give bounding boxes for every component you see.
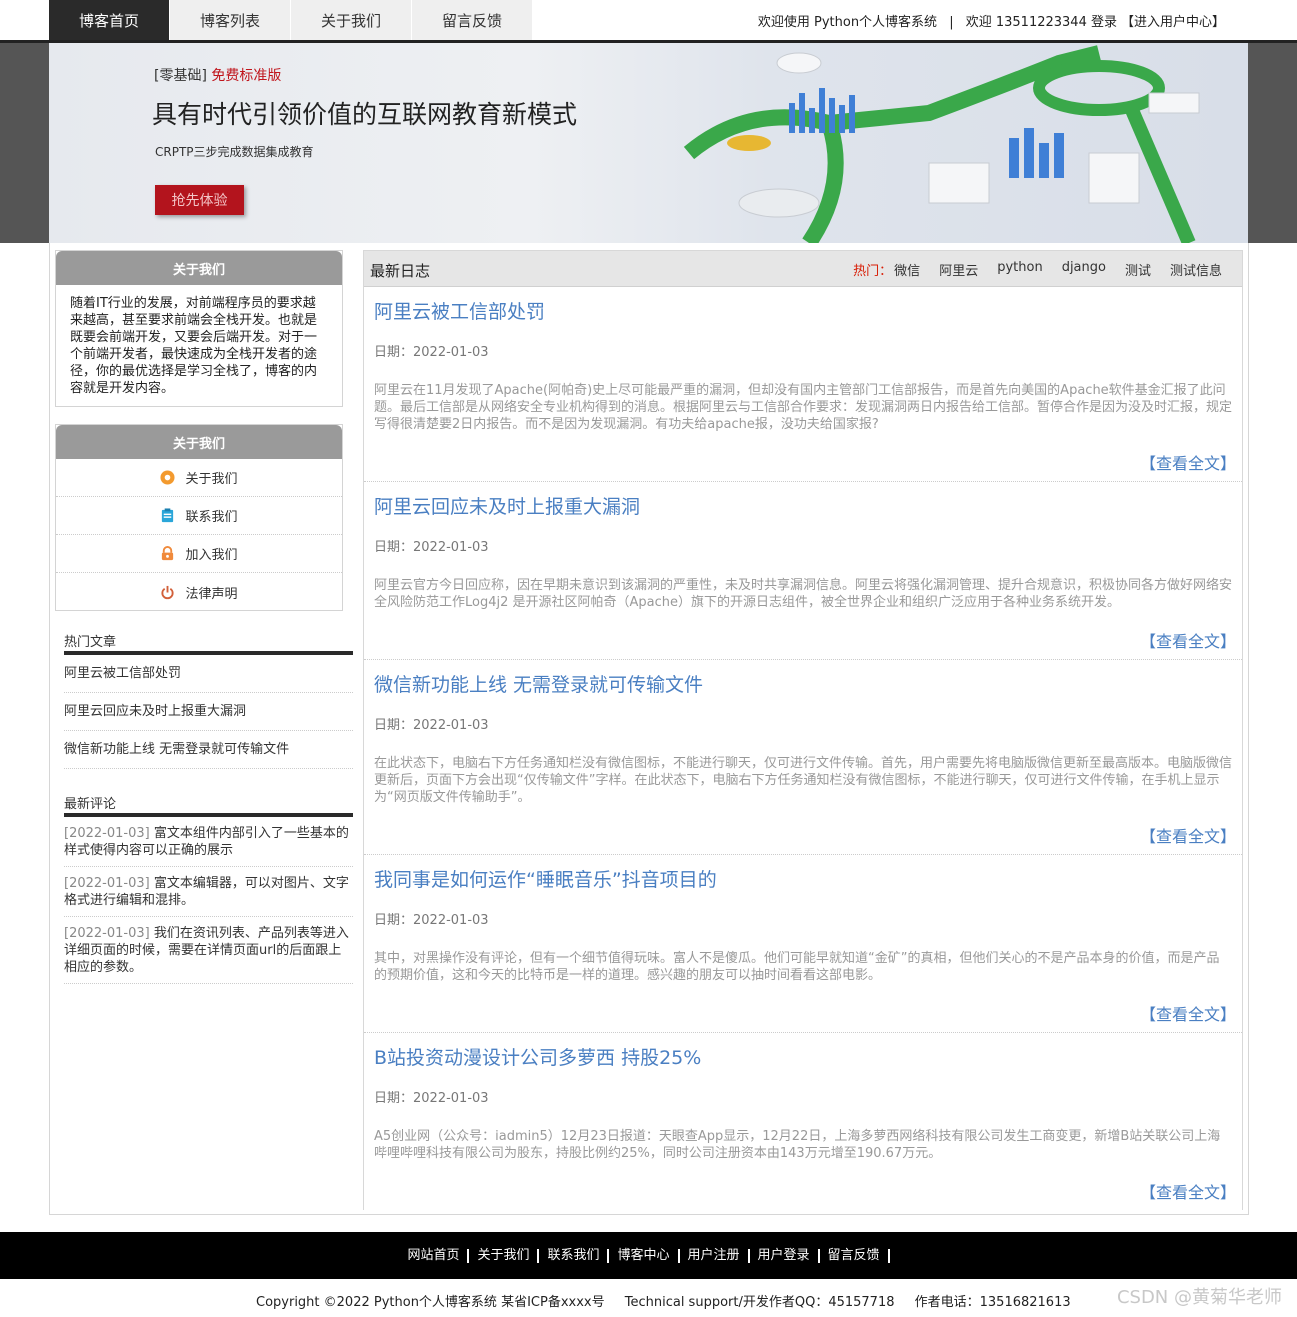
tag-link[interactable]: django (1062, 260, 1106, 279)
footer-link-contact[interactable]: 联系我们 (539, 1248, 610, 1263)
footer-link-register[interactable]: 用户注册 (680, 1248, 750, 1263)
clipboard-icon (162, 508, 174, 523)
banner-subtitle: [零基础] 免费标准版 (154, 65, 281, 85)
hot-tags-label: 热门： (853, 264, 893, 279)
footer-link-blog-center[interactable]: 博客中心 (609, 1248, 680, 1263)
latest-comments-section: 最新评论 [2022-01-03] 富文本组件内部引入了一些基本的样式使得内容可… (64, 787, 353, 984)
footer-link-home[interactable]: 网站首页 (407, 1248, 470, 1263)
copyright-line: Copyright ©2022 Python个人博客系统 某省ICP备xxxx号… (256, 1291, 1087, 1310)
post-title[interactable]: 阿里云被工信部处罚 (374, 287, 1232, 327)
hot-tags: 热门： 微信 阿里云 python django 测试 测试信息 (853, 260, 1222, 279)
post-title[interactable]: 微信新功能上线 无需登录就可传输文件 (374, 660, 1232, 700)
read-more-link[interactable]: 【查看全文】 (1140, 1179, 1236, 1203)
post-date: 日期：2022-01-03 (374, 540, 489, 555)
latest-posts-title: 最新日志 (370, 262, 431, 280)
latest-posts-panel: 最新日志 热门： 微信 阿里云 python django 测试 测试信息 阿里… (363, 250, 1243, 1210)
banner-description: CRPTP三步完成数据集成教育 (155, 145, 314, 159)
post-title[interactable]: B站投资动漫设计公司多萝西 持股25% (374, 1033, 1232, 1073)
sidebar-link-label: 法律声明 (185, 586, 238, 602)
copyright-text: Copyright ©2022 Python个人博客系统 某省ICP备xxxx号 (256, 1295, 605, 1310)
read-more-link[interactable]: 【查看全文】 (1140, 628, 1236, 652)
banner-section: [零基础] 免费标准版 具有时代引领价值的互联网教育新模式 CRPTP三步完成数… (0, 40, 1297, 282)
sidebar-link-label: 关于我们 (185, 472, 238, 487)
comment-date: [2022-01-03] (64, 876, 150, 891)
read-more-link[interactable]: 【查看全文】 (1140, 450, 1236, 474)
sidebar-link-label: 联系我们 (185, 510, 238, 525)
post-title[interactable]: 我同事是如何运作“睡眠音乐”抖音项目的 (374, 855, 1232, 895)
footer-link-feedback[interactable]: 留言反馈 (820, 1248, 890, 1263)
post-date: 日期：2022-01-03 (374, 718, 489, 733)
nav-tab-about[interactable]: 关于我们 (291, 0, 411, 40)
latest-comments-title: 最新评论 (64, 787, 353, 817)
latest-posts-header: 最新日志 热门： 微信 阿里云 python django 测试 测试信息 (364, 251, 1242, 287)
phone-text: 作者电话：13516821613 (914, 1295, 1071, 1310)
welcome-separator: | (949, 15, 954, 30)
post-item: 微信新功能上线 无需登录就可传输文件 日期：2022-01-03 在此状态下，电… (364, 660, 1242, 855)
post-date: 日期：2022-01-03 (374, 913, 489, 928)
post-date: 日期：2022-01-03 (374, 1091, 489, 1106)
tag-link[interactable]: 微信 (894, 260, 920, 279)
hot-article-link[interactable]: 微信新功能上线 无需登录就可传输文件 (64, 731, 353, 769)
tag-link[interactable]: 测试信息 (1170, 260, 1222, 279)
comment-item[interactable]: [2022-01-03] 富文本组件内部引入了一些基本的样式使得内容可以正确的展… (64, 817, 353, 867)
welcome-text: 欢迎使用 Python个人博客系统 (757, 15, 938, 30)
footer-link-about[interactable]: 关于我们 (469, 1248, 540, 1263)
comment-item[interactable]: [2022-01-03] 富文本编辑器，可以对图片、文字格式进行编辑和混排。 (64, 867, 353, 917)
tag-link[interactable]: 测试 (1125, 260, 1151, 279)
tag-link[interactable]: 阿里云 (939, 260, 978, 279)
about-box: 关于我们 随着IT行业的发展，对前端程序员的要求越来越高，甚至要求前端会全栈开发… (55, 250, 343, 407)
post-date: 日期：2022-01-03 (374, 345, 489, 360)
hot-article-link[interactable]: 阿里云被工信部处罚 (64, 655, 353, 693)
post-excerpt: 阿里云在11月发现了Apache(阿帕奇)史上尽可能最严重的漏洞，但却没有国内主… (374, 383, 1233, 432)
welcome-bar: 欢迎使用 Python个人博客系统 | 欢迎 13511223344 登录 【进入… (754, 11, 1229, 30)
links-box-title: 关于我们 (56, 425, 342, 459)
post-item: 我同事是如何运作“睡眠音乐”抖音项目的 日期：2022-01-03 其中，对黑操… (364, 855, 1242, 1033)
banner-sub-prefix: [零基础] (154, 68, 207, 84)
footer-nav: 网站首页 关于我们 联系我们 博客中心 用户注册 用户登录 留言反馈 (0, 1232, 1297, 1279)
post-excerpt: 其中，对黑操作没有评论，但有一个细节值得玩味。富人不是傻瓜。他们可能早就知道“金… (374, 951, 1220, 983)
comment-date: [2022-01-03] (64, 826, 150, 841)
main-nav-tabs: 博客首页 博客列表 关于我们 留言反馈 (49, 0, 533, 40)
csdn-watermark: CSDN @黄菊华老师 (1116, 1287, 1282, 1308)
nav-tab-home[interactable]: 博客首页 (49, 0, 169, 40)
lock-icon (162, 546, 174, 561)
nav-tab-feedback[interactable]: 留言反馈 (412, 0, 532, 40)
hot-articles-section: 热门文章 阿里云被工信部处罚 阿里云回应未及时上报重大漏洞 微信新功能上线 无需… (64, 625, 353, 769)
post-item: 阿里云被工信部处罚 日期：2022-01-03 阿里云在11月发现了Apache… (364, 287, 1242, 482)
post-excerpt: 在此状态下，电脑右下方任务通知栏没有微信图标，不能进行聊天，仅可进行文件传输。首… (374, 756, 1233, 805)
footer-link-login[interactable]: 用户登录 (750, 1248, 820, 1263)
sidebar-link-about[interactable]: 关于我们 (56, 459, 342, 497)
banner-cta-button[interactable]: 抢先体验 (155, 185, 244, 215)
sidebar-link-legal[interactable]: 法律声明 (56, 573, 342, 611)
nav-tab-blog-list[interactable]: 博客列表 (170, 0, 290, 40)
read-more-link[interactable]: 【查看全文】 (1140, 823, 1236, 847)
user-login-text: 欢迎 13511223344 登录 (965, 15, 1117, 30)
read-more-link[interactable]: 【查看全文】 (1140, 1001, 1236, 1025)
post-item: 阿里云回应未及时上报重大漏洞 日期：2022-01-03 阿里云官方今日回应称，… (364, 482, 1242, 660)
banner-illustration (683, 45, 1200, 243)
comment-date: [2022-01-03] (64, 926, 150, 941)
sidebar-link-contact[interactable]: 联系我们 (56, 497, 342, 535)
hot-articles-title: 热门文章 (64, 625, 353, 655)
power-icon (161, 585, 175, 599)
hot-article-link[interactable]: 阿里云回应未及时上报重大漏洞 (64, 693, 353, 731)
about-box-title: 关于我们 (56, 251, 342, 285)
banner-headline: 具有时代引领价值的互联网教育新模式 (152, 100, 578, 129)
support-text: Technical support/开发作者QQ：45157718 (624, 1295, 895, 1310)
post-excerpt: 阿里云官方今日回应称，因在早期未意识到该漏洞的严重性，未及时共享漏洞信息。阿里云… (374, 578, 1233, 610)
post-excerpt: A5创业网（公众号：iadmin5）12月23日报道：天眼查App显示，12月2… (374, 1129, 1221, 1161)
banner-slide: [零基础] 免费标准版 具有时代引领价值的互联网教育新模式 CRPTP三步完成数… (49, 43, 1248, 243)
sidebar-link-join[interactable]: 加入我们 (56, 535, 342, 573)
top-navbar: 博客首页 博客列表 关于我们 留言反馈 欢迎使用 Python个人博客系统 | … (0, 0, 1297, 40)
post-item: B站投资动漫设计公司多萝西 持股25% 日期：2022-01-03 A5创业网（… (364, 1033, 1242, 1211)
comment-item[interactable]: [2022-01-03] 我们在资讯列表、产品列表等进入详细页面的时候，需要在详… (64, 917, 353, 984)
about-box-text: 随着IT行业的发展，对前端程序员的要求越来越高，甚至要求前端会全栈开发。也就是既… (70, 296, 318, 396)
sun-icon (160, 470, 176, 485)
links-box: 关于我们 关于我们 联系我们 加入我们 法律声明 (55, 424, 343, 611)
tag-link[interactable]: python (997, 260, 1042, 279)
post-title[interactable]: 阿里云回应未及时上报重大漏洞 (374, 482, 1232, 522)
banner-sub-highlight: 免费标准版 (211, 68, 282, 84)
user-center-link[interactable]: 【进入用户中心】 (1121, 15, 1225, 30)
sidebar-link-label: 加入我们 (185, 548, 238, 563)
